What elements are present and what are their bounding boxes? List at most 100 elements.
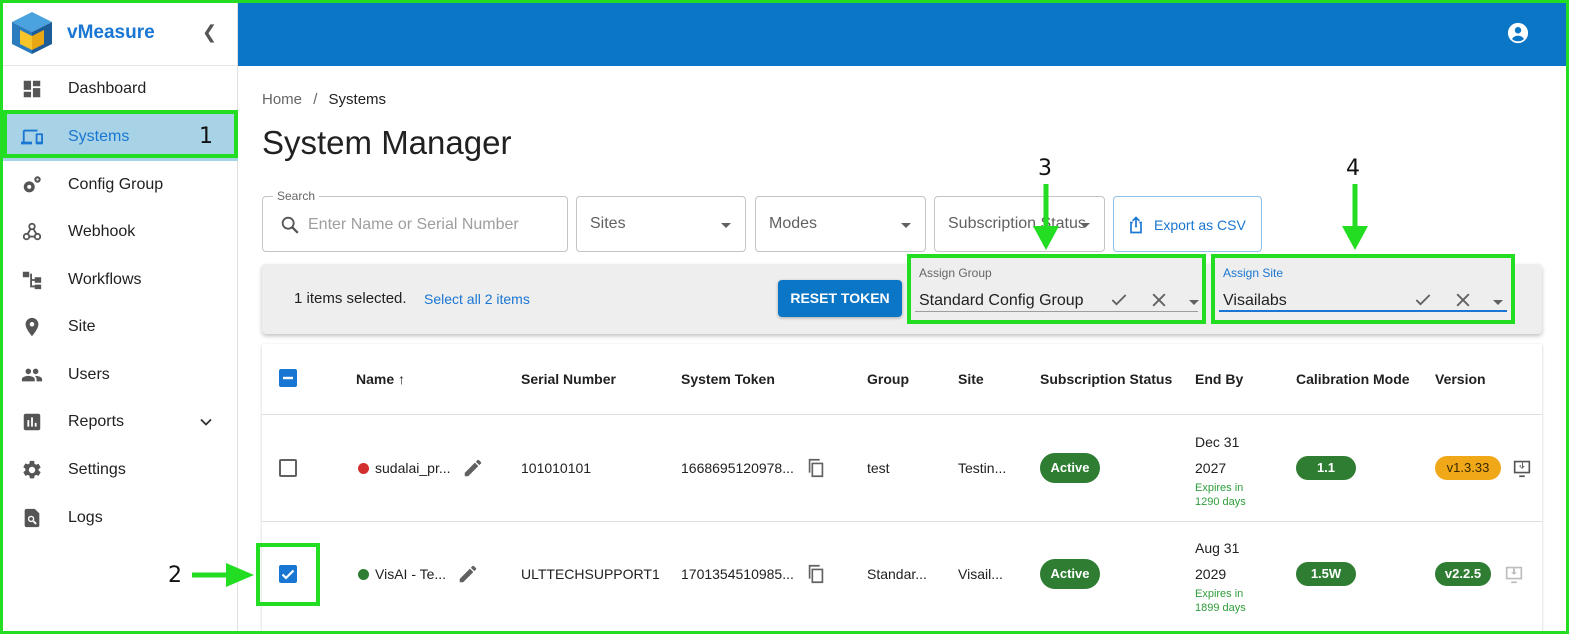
column-header-token[interactable]: System Token <box>681 371 775 387</box>
end-by-cell: Aug 31 2029 Expires in 1899 days <box>1195 535 1246 615</box>
end-by-cell: Dec 31 2027 Expires in 1290 days <box>1195 429 1246 509</box>
version-badge: v1.3.33 <box>1435 456 1501 480</box>
system-name: VisAI - Te... <box>375 566 447 582</box>
copy-icon[interactable] <box>805 563 827 585</box>
column-header-calibration[interactable]: Calibration Mode <box>1296 371 1410 387</box>
confirm-check-icon[interactable] <box>1109 290 1129 310</box>
webhook-icon <box>22 222 42 241</box>
edit-pencil-icon[interactable] <box>457 563 479 585</box>
select-all-link[interactable]: Select all 2 items <box>424 291 530 307</box>
edit-pencil-icon[interactable] <box>462 457 484 479</box>
copy-icon[interactable] <box>805 457 827 479</box>
sidebar-item-settings[interactable]: Settings <box>0 446 238 494</box>
site-value: Testin... <box>958 460 1007 476</box>
column-header-group[interactable]: Group <box>867 371 909 387</box>
assign-group-field[interactable]: Assign Group Standard Config Group <box>907 254 1206 324</box>
row-divider <box>262 414 1542 415</box>
sidebar-item-users[interactable]: Users <box>0 351 238 399</box>
end-year: 2027 <box>1195 460 1227 476</box>
sidebar-item-workflows[interactable]: Workflows <box>0 256 238 304</box>
field-underline <box>1219 310 1507 312</box>
sites-select-value: Sites <box>590 215 626 232</box>
breadcrumb-home[interactable]: Home <box>262 91 302 108</box>
calibration-badge: 1.1 <box>1296 456 1356 480</box>
modes-select[interactable]: Modes <box>755 196 926 252</box>
breadcrumb: Home / Systems <box>262 91 386 108</box>
assign-group-value[interactable]: Standard Config Group <box>919 292 1084 310</box>
sidebar-item-logs[interactable]: Logs <box>0 494 238 542</box>
site-value: Visail... <box>958 566 1003 582</box>
location-pin-icon <box>25 317 39 337</box>
clear-x-icon[interactable] <box>1453 290 1473 310</box>
sidebar-item-webhook[interactable]: Webhook <box>0 208 238 256</box>
collapse-sidebar-icon[interactable]: ❮ <box>202 22 217 43</box>
end-year: 2029 <box>1195 566 1227 582</box>
row-divider <box>262 521 1542 522</box>
column-header-serial[interactable]: Serial Number <box>521 371 616 387</box>
group-value: test <box>867 460 890 476</box>
dropdown-arrow-icon <box>721 223 731 228</box>
modes-select-value: Modes <box>769 215 818 232</box>
subscription-status-select[interactable]: Subscription Status <box>934 196 1105 252</box>
status-dot <box>358 463 369 474</box>
reset-token-button[interactable]: RESET TOKEN <box>778 280 902 317</box>
sidebar-item-label: Workflows <box>68 271 142 288</box>
system-update-icon[interactable] <box>1503 563 1525 585</box>
group-value: Standar... <box>867 566 927 582</box>
breadcrumb-separator: / <box>313 91 318 108</box>
column-header-version[interactable]: Version <box>1435 371 1486 387</box>
annotation-arrow-down-icon <box>1342 184 1368 250</box>
app-name: vMeasure <box>67 22 155 43</box>
sites-select[interactable]: Sites <box>576 196 746 252</box>
system-token: 1668695120978... <box>681 460 794 476</box>
column-header-site[interactable]: Site <box>958 371 984 387</box>
assign-site-field[interactable]: Assign Site Visailabs <box>1211 254 1515 324</box>
page-title: System Manager <box>262 124 512 161</box>
field-underline <box>915 311 1198 312</box>
systems-table: Name ↑ Serial Number System Token Group … <box>262 344 1542 634</box>
end-date: Dec 31 <box>1195 434 1240 450</box>
sidebar-item-reports[interactable]: Reports <box>0 398 238 446</box>
column-header-name[interactable]: Name ↑ <box>356 371 405 387</box>
dropdown-arrow-icon[interactable] <box>1493 300 1503 305</box>
account-circle-icon[interactable] <box>1507 22 1529 44</box>
confirm-check-icon[interactable] <box>1413 290 1433 310</box>
sidebar-item-label: Settings <box>68 461 126 478</box>
top-app-bar <box>238 0 1569 66</box>
status-badge: Active <box>1040 559 1100 589</box>
status-dot <box>358 569 369 580</box>
dropdown-arrow-icon[interactable] <box>1189 300 1199 305</box>
config-group-icon <box>23 176 41 193</box>
row-checkbox[interactable] <box>279 459 297 477</box>
sidebar-item-dashboard[interactable]: Dashboard <box>0 65 238 113</box>
expires-days: 1899 days <box>1195 602 1246 614</box>
selected-count: 1 items selected. <box>294 290 407 307</box>
row-checkbox[interactable] <box>279 565 297 583</box>
sidebar-item-config-group[interactable]: Config Group <box>0 161 238 209</box>
sidebar-item-site[interactable]: Site <box>0 303 238 351</box>
column-header-subscription[interactable]: Subscription Status <box>1040 371 1172 387</box>
chevron-down-icon[interactable] <box>196 412 216 432</box>
expires-days: 1290 days <box>1195 496 1246 508</box>
column-header-endby[interactable]: End By <box>1195 371 1243 387</box>
export-csv-label: Export as CSV <box>1154 217 1246 233</box>
sidebar-item-label: Site <box>68 318 96 335</box>
checkmark-icon <box>281 569 295 580</box>
search-icon <box>281 216 299 234</box>
brand: vMeasure ❮ <box>0 0 238 66</box>
search-input[interactable]: Enter Name or Serial Number <box>308 216 519 234</box>
annotation-arrow-down-icon <box>1033 184 1059 250</box>
clear-x-icon[interactable] <box>1149 290 1169 310</box>
sidebar-item-label: Config Group <box>68 176 164 193</box>
export-csv-button[interactable]: Export as CSV <box>1113 196 1262 252</box>
select-all-checkbox[interactable] <box>279 369 297 387</box>
sidebar-item-label: Webhook <box>68 223 136 240</box>
system-update-icon[interactable] <box>1511 457 1533 479</box>
system-name: sudalai_pr... <box>375 460 451 476</box>
calibration-badge: 1.5W <box>1296 562 1356 586</box>
vmeasure-logo-icon <box>12 12 52 54</box>
search-field[interactable]: Search Enter Name or Serial Number <box>262 189 568 252</box>
dashboard-icon <box>23 80 41 98</box>
assign-site-value[interactable]: Visailabs <box>1223 292 1287 310</box>
subscription-select-value: Subscription Status <box>948 215 1086 232</box>
